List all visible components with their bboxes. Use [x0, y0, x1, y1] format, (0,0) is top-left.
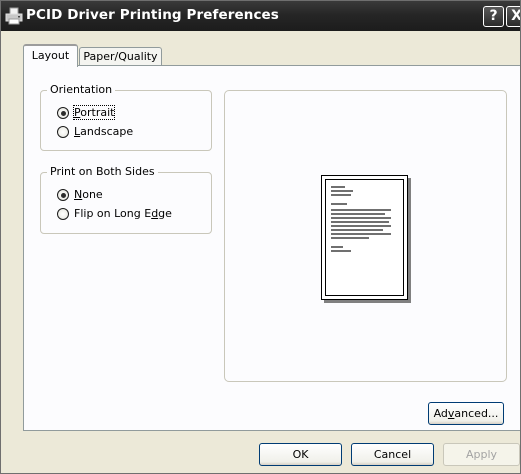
orientation-legend: Orientation [47, 83, 116, 96]
none-label: None [74, 188, 103, 201]
ok-button[interactable]: OK [259, 443, 342, 466]
printer-icon [5, 7, 23, 25]
print-both-sides-legend: Print on Both Sides [47, 165, 158, 178]
printing-preferences-dialog: PCID Driver Printing Preferences ? X Lay… [0, 0, 521, 474]
landscape-label: Landscape [74, 125, 134, 138]
page-preview [224, 90, 507, 382]
landscape-radio-button[interactable] [57, 126, 69, 138]
tab-layout-label: Layout [31, 49, 70, 62]
page-preview-sheet [321, 175, 408, 300]
print-both-sides-group: Print on Both Sides None Flip on Long Ed… [40, 165, 212, 234]
page-preview-text-area [325, 179, 404, 296]
portrait-radio-button[interactable] [57, 107, 69, 119]
close-button[interactable]: X [506, 6, 521, 27]
apply-button[interactable]: Apply [443, 443, 520, 466]
close-icon: X [511, 8, 521, 24]
help-icon: ? [489, 8, 498, 24]
flip-long-edge-label: Flip on Long Edge [74, 207, 172, 220]
tab-paper-quality[interactable]: Paper/Quality [79, 47, 162, 66]
portrait-label: Portrait [72, 105, 116, 120]
flip-long-edge-radio-button[interactable] [57, 208, 69, 220]
advanced-button[interactable]: Advanced... [428, 402, 504, 425]
help-button[interactable]: ? [483, 6, 504, 27]
tab-paper-quality-label: Paper/Quality [83, 50, 158, 63]
title-bar[interactable]: PCID Driver Printing Preferences ? X [1, 1, 521, 31]
none-radio-button[interactable] [57, 189, 69, 201]
orientation-group: Orientation Portrait Landscape [40, 83, 212, 151]
layout-tab-panel: Orientation Portrait Landscape Print on … [23, 65, 520, 431]
tab-layout[interactable]: Layout [23, 44, 78, 67]
cancel-button[interactable]: Cancel [351, 443, 434, 466]
window-title: PCID Driver Printing Preferences [26, 7, 279, 23]
